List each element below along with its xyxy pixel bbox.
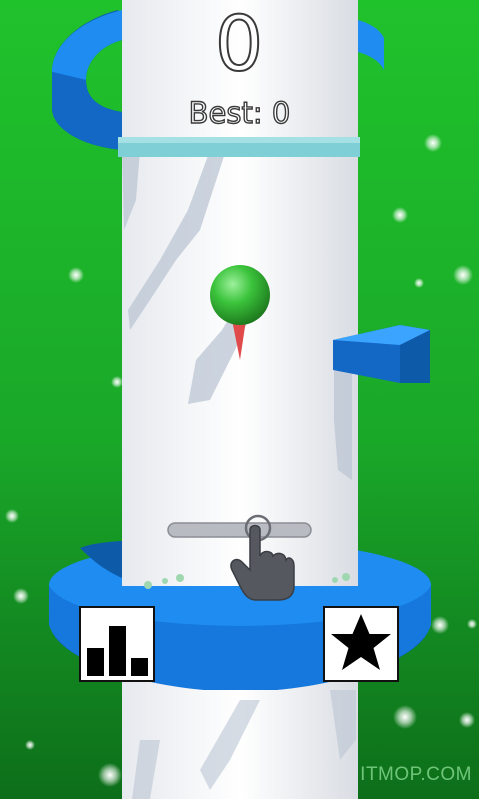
star-icon bbox=[331, 614, 391, 670]
bar-chart-icon bbox=[87, 626, 148, 676]
best-score-value: 0 bbox=[271, 95, 291, 130]
rate-button[interactable] bbox=[323, 606, 399, 682]
score-counter: 0 bbox=[214, 0, 265, 88]
ball bbox=[210, 265, 270, 325]
leaderboard-button[interactable] bbox=[79, 606, 155, 682]
best-score-label: Best: bbox=[188, 95, 263, 130]
watermark: ITMOP.COM bbox=[360, 764, 472, 785]
best-score: Best: 0 bbox=[0, 95, 479, 130]
thin-ring bbox=[118, 137, 360, 157]
game-screen[interactable]: 0 Best: 0 ITMOP.COM bbox=[0, 0, 479, 799]
